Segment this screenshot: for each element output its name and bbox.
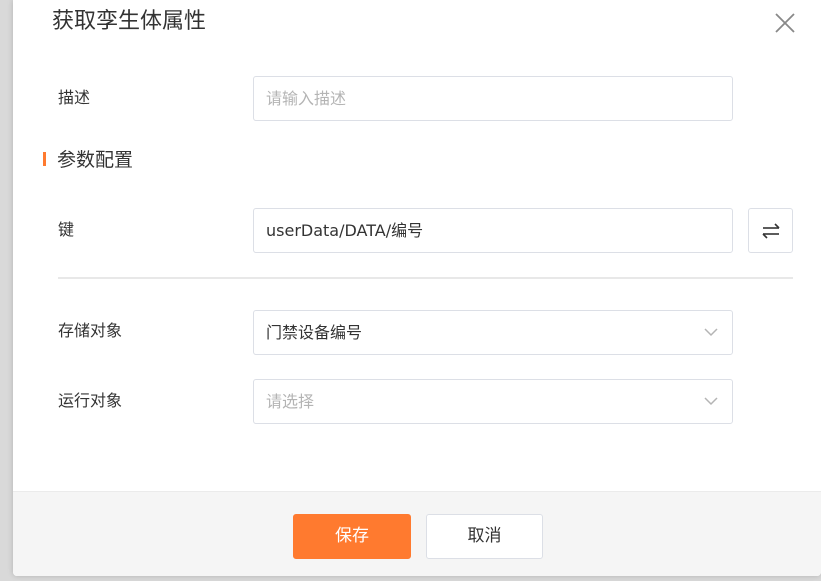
swap-icon <box>762 223 780 239</box>
runtime-label: 运行对象 <box>58 391 123 410</box>
dialog: 获取孪生体属性 描述 请输入描述 参数配置 键 userData/DATA/编号… <box>13 0 821 576</box>
description-label: 描述 <box>58 88 91 107</box>
runtime-select[interactable]: 请选择 <box>253 379 733 424</box>
key-label: 键 <box>58 220 75 239</box>
section-accent-bar <box>43 152 46 166</box>
description-input[interactable]: 请输入描述 <box>253 76 733 121</box>
dialog-header: 获取孪生体属性 <box>13 0 821 48</box>
chevron-down-icon <box>704 397 718 406</box>
section-title: 参数配置 <box>57 149 134 171</box>
swap-button[interactable] <box>748 208 793 253</box>
save-button[interactable]: 保存 <box>293 514 411 559</box>
close-icon <box>775 13 795 33</box>
close-button[interactable] <box>774 12 796 34</box>
storage-label: 存储对象 <box>58 321 123 340</box>
runtime-select-placeholder: 请选择 <box>266 392 315 411</box>
key-input[interactable]: userData/DATA/编号 <box>253 208 733 253</box>
divider <box>58 277 793 279</box>
cancel-button[interactable]: 取消 <box>426 514 543 559</box>
storage-select[interactable]: 门禁设备编号 <box>253 310 733 355</box>
chevron-down-icon <box>704 328 718 337</box>
dialog-footer: 保存 取消 <box>13 491 821 576</box>
storage-select-value: 门禁设备编号 <box>266 323 363 342</box>
dialog-title: 获取孪生体属性 <box>52 9 207 34</box>
